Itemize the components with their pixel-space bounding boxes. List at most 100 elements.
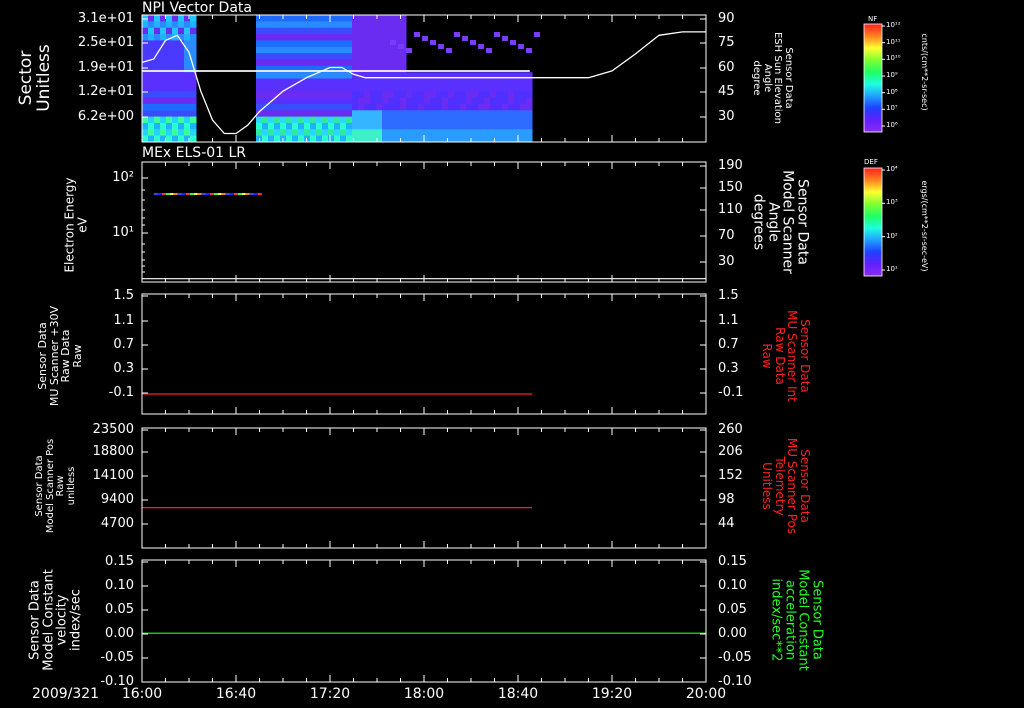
spectrogram-cell bbox=[268, 135, 275, 143]
spectrogram-cell bbox=[256, 91, 263, 98]
spectrogram-cell bbox=[358, 34, 365, 41]
spectrogram-cell bbox=[328, 53, 335, 60]
spectrogram-cell bbox=[298, 84, 305, 92]
spectrogram-cell bbox=[484, 84, 491, 92]
spectrogram-cell bbox=[364, 78, 371, 86]
spectrogram-cell bbox=[412, 97, 419, 105]
spectrogram-cell bbox=[478, 116, 485, 124]
spectrogram-cell bbox=[460, 84, 467, 92]
energy-trace-segment bbox=[217, 193, 222, 195]
spectrogram-cell bbox=[286, 91, 293, 98]
spectrogram-cell bbox=[346, 122, 353, 130]
spectrogram-cell bbox=[388, 78, 395, 86]
spectrogram-cell bbox=[340, 15, 347, 22]
spectrogram-cell bbox=[322, 91, 329, 98]
spectrogram-cell bbox=[364, 84, 371, 92]
spectrogram-cell bbox=[358, 78, 365, 86]
spectrogram-cell bbox=[424, 103, 431, 111]
spectrogram-cell bbox=[286, 103, 293, 111]
spectrogram-cell bbox=[142, 84, 149, 92]
spectrogram-cell bbox=[388, 103, 395, 111]
spectrogram-cell bbox=[406, 78, 413, 86]
left-y-tick-label: -0.1 bbox=[108, 385, 134, 400]
spectrogram-cell bbox=[334, 21, 341, 29]
spectrogram-cell bbox=[184, 91, 191, 98]
spectrogram-cell bbox=[322, 110, 329, 118]
spectrogram-cell bbox=[466, 110, 473, 118]
energy-trace-segment bbox=[213, 193, 218, 195]
colorbar1-tick-label: 10¹² bbox=[886, 21, 901, 29]
spectrogram-cell bbox=[292, 15, 299, 22]
spectrogram-cell bbox=[304, 116, 311, 124]
spectrogram-cell bbox=[454, 84, 461, 92]
spectrogram-cell bbox=[340, 53, 347, 60]
spectrogram-cell bbox=[346, 116, 353, 124]
spectrogram-cell bbox=[274, 84, 281, 92]
spectrogram-cell bbox=[422, 36, 428, 41]
spectrogram-cell bbox=[418, 97, 425, 105]
spectrogram-cell bbox=[466, 129, 473, 137]
panel5-right-ylabel: Sensor Data Model Constant acceleration … bbox=[768, 569, 825, 671]
spectrogram-cell bbox=[322, 72, 329, 79]
spectrogram-cell bbox=[148, 34, 155, 41]
spectrogram-cell bbox=[154, 40, 161, 48]
spectrogram-cell bbox=[148, 116, 155, 124]
spectrogram-cell bbox=[364, 103, 371, 111]
spectrogram-cell bbox=[376, 27, 383, 35]
spectrogram-cell bbox=[286, 40, 293, 48]
spectrogram-cell bbox=[160, 97, 167, 105]
spectrogram-cell bbox=[502, 122, 509, 130]
spectrogram-cell bbox=[316, 59, 323, 67]
spectrogram-cell bbox=[394, 34, 401, 41]
spectrogram-cell bbox=[424, 78, 431, 86]
spectrogram-cell bbox=[298, 110, 305, 118]
spectrogram-cell bbox=[448, 110, 455, 118]
spectrogram-cell bbox=[256, 53, 263, 60]
energy-trace-segment bbox=[169, 193, 174, 195]
spectrogram-cell bbox=[472, 129, 479, 137]
spectrogram-cell bbox=[262, 78, 269, 86]
spectrogram-cell bbox=[526, 135, 533, 143]
spectrogram-cell bbox=[382, 84, 389, 92]
spectrogram-cell bbox=[340, 103, 347, 111]
spectrogram-cell bbox=[340, 72, 347, 79]
spectrogram-cell bbox=[178, 135, 185, 143]
spectrogram-cell bbox=[442, 122, 449, 130]
spectrogram-cell bbox=[400, 27, 407, 35]
spectrogram-cell bbox=[262, 46, 269, 54]
energy-trace-segment bbox=[253, 193, 258, 195]
left-y-tick-label: 0.3 bbox=[113, 361, 134, 376]
spectrogram-cell bbox=[382, 116, 389, 124]
spectrogram-cell bbox=[514, 84, 521, 92]
spectrogram-cell bbox=[340, 116, 347, 124]
spectrogram-cell bbox=[256, 78, 263, 86]
spectrogram-cell bbox=[472, 91, 479, 98]
left-y-tick-label: 0.7 bbox=[113, 337, 134, 352]
spectrogram-cell bbox=[514, 116, 521, 124]
spectrogram-cell bbox=[160, 53, 167, 60]
spectrogram-cell bbox=[412, 103, 419, 111]
spectrogram-cell bbox=[346, 40, 353, 48]
spectrogram-cell bbox=[508, 110, 515, 118]
x-tick-label: 16:40 bbox=[215, 686, 257, 702]
spectrogram-cell bbox=[190, 110, 197, 118]
spectrogram-cell bbox=[358, 110, 365, 118]
spectrogram-cell bbox=[154, 97, 161, 105]
spectrogram-cell bbox=[316, 91, 323, 98]
spectrogram-cell bbox=[184, 27, 191, 35]
spectrogram-cell bbox=[460, 135, 467, 143]
spectrogram-cell bbox=[154, 135, 161, 143]
spectrogram-cell bbox=[502, 91, 509, 98]
spectrogram-cell bbox=[352, 78, 359, 86]
spectrogram-cell bbox=[526, 103, 533, 111]
spectrogram-cell bbox=[442, 129, 449, 137]
left-y-tick-label: 23500 bbox=[92, 422, 134, 437]
left-y-tick-label: 1.9e+01 bbox=[77, 60, 134, 75]
spectrogram-cell bbox=[310, 53, 317, 60]
energy-trace-segment bbox=[157, 193, 162, 195]
spectrogram-cell bbox=[340, 97, 347, 105]
spectrogram-cell bbox=[256, 84, 263, 92]
spectrogram-cell bbox=[310, 135, 317, 143]
right-y-tick-label: 30 bbox=[718, 254, 735, 269]
spectrogram-cell bbox=[364, 122, 371, 130]
